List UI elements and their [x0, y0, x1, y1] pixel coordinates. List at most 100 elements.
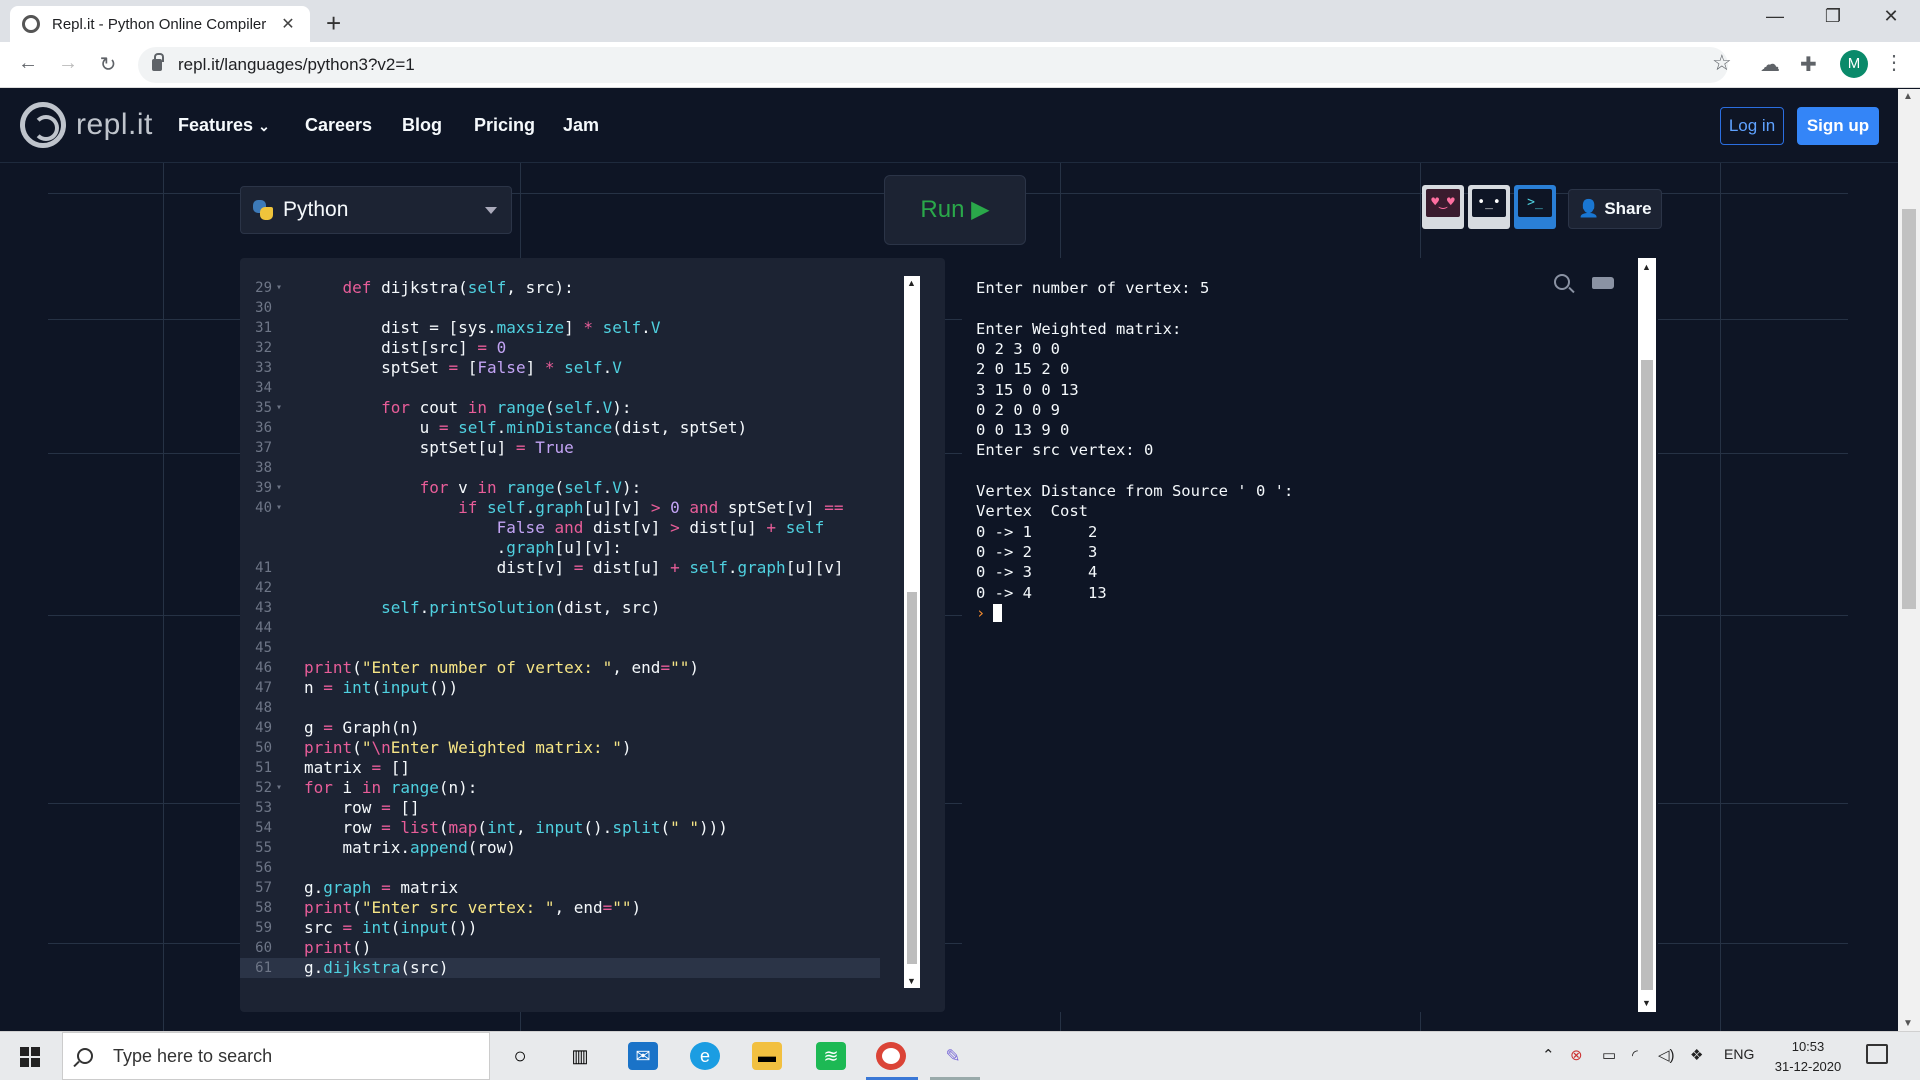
antivirus-icon[interactable]: ⊗ — [1570, 1046, 1583, 1064]
search-icon[interactable] — [1554, 274, 1570, 290]
clock[interactable]: 10:53 31-12-2020 — [1768, 1037, 1848, 1077]
fold-toggle-icon[interactable]: ▾ — [276, 478, 282, 498]
editor-scroll-thumb[interactable] — [907, 592, 917, 964]
console-output[interactable]: Enter number of vertex: 5 Enter Weighted … — [962, 258, 1658, 1012]
scroll-up-arrow-icon[interactable]: ▲ — [1903, 91, 1913, 102]
lock-icon[interactable] — [152, 53, 164, 71]
maximize-button[interactable]: ❐ — [1810, 6, 1856, 27]
console-scrollbar[interactable]: ▲ ▼ — [1638, 258, 1656, 1012]
line-number: 37 — [255, 440, 272, 456]
bookmark-star-icon[interactable]: ☆ — [1712, 50, 1732, 76]
console-prompt[interactable]: › — [976, 603, 1003, 623]
replit-logo[interactable]: repl.it — [20, 102, 153, 148]
close-window-button[interactable]: ✕ — [1868, 6, 1914, 27]
line-number: 46 — [255, 660, 272, 676]
reload-icon[interactable]: ↻ — [94, 52, 122, 77]
file-explorer-icon[interactable]: ▬ — [752, 1042, 782, 1070]
url-field[interactable]: repl.it/languages/python3?v2=1 — [138, 47, 1728, 83]
profile-avatar[interactable]: M — [1840, 50, 1868, 78]
line-number: 33 — [255, 360, 272, 376]
task-view-icon[interactable]: ▥ — [565, 1042, 595, 1070]
code-text: print("Enter src vertex: ", end="") — [304, 898, 642, 917]
chrome-icon[interactable] — [876, 1042, 906, 1070]
avatar-neutral[interactable]: •_• — [1468, 185, 1510, 229]
taskbar-search-input[interactable]: Type here to search — [62, 1032, 490, 1080]
nav-blog[interactable]: Blog — [402, 115, 442, 136]
clear-console-icon[interactable] — [1592, 277, 1614, 289]
line-number: 30 — [255, 300, 272, 316]
browser-menu-icon[interactable]: ⋮ — [1884, 50, 1904, 75]
code-text: n = int(input()) — [304, 678, 459, 697]
nav-pricing[interactable]: Pricing — [474, 115, 535, 136]
console-line: Enter number of vertex: 5 — [976, 279, 1210, 297]
code-line[interactable]: 61 g.dijkstra(src) — [240, 958, 880, 978]
login-button[interactable]: Log in — [1720, 107, 1784, 145]
editor-scrollbar[interactable]: ▲ ▼ — [904, 276, 920, 988]
line-number: 56 — [255, 860, 272, 876]
nav-features[interactable]: Features ⌄ — [178, 115, 270, 136]
line-number: 38 — [255, 460, 272, 476]
line-number: 36 — [255, 420, 272, 436]
avatar-terminal[interactable]: >_ — [1514, 185, 1556, 229]
volume-icon[interactable]: ◁) — [1658, 1046, 1675, 1064]
chevron-down-icon: ⌄ — [258, 118, 270, 134]
nav-jam[interactable]: Jam — [563, 115, 599, 136]
wifi-icon[interactable]: ◜ — [1632, 1046, 1638, 1064]
page-scrollbar[interactable]: ▲ ▼ — [1898, 89, 1920, 1031]
run-button[interactable]: Run ▶ — [884, 175, 1026, 245]
code-editor[interactable]: 29 ▾ def dijkstra(self, src): 30 31 dist = … — [240, 258, 945, 1012]
browser-address-bar: ← → ↻ repl.it/languages/python3?v2=1 ☆ ☁… — [0, 42, 1920, 88]
new-tab-button[interactable]: + — [326, 8, 341, 39]
code-text: self.printSolution(dist, src) — [381, 598, 661, 617]
scroll-down-arrow-icon[interactable]: ▼ — [1642, 998, 1651, 1008]
console-scroll-thumb[interactable] — [1641, 360, 1653, 990]
mail-icon[interactable]: ✉ — [628, 1042, 658, 1070]
language-selector[interactable]: Python — [240, 186, 512, 234]
avatar-heart-eyes[interactable]: ♥‿♥ — [1422, 185, 1464, 229]
browser-tab[interactable]: Repl.it - Python Online Compiler ✕ — [10, 6, 310, 42]
cortana-icon[interactable]: ○ — [505, 1042, 535, 1070]
fold-toggle-icon[interactable]: ▾ — [276, 398, 282, 418]
dropbox-icon[interactable]: ❖ — [1690, 1046, 1703, 1064]
language-label: Python — [283, 198, 349, 221]
windows-start-icon[interactable] — [20, 1047, 40, 1067]
line-number: 39 — [255, 480, 272, 496]
edge-icon[interactable]: e — [690, 1042, 720, 1070]
search-icon — [77, 1048, 93, 1064]
page-scroll-thumb[interactable] — [1902, 209, 1916, 609]
fold-toggle-icon[interactable]: ▾ — [276, 278, 282, 298]
close-tab-icon[interactable]: ✕ — [278, 14, 298, 34]
language-indicator[interactable]: ENG — [1724, 1046, 1754, 1062]
nav-careers[interactable]: Careers — [305, 115, 372, 136]
fold-toggle-icon[interactable]: ▾ — [276, 498, 282, 518]
scroll-up-arrow-icon[interactable]: ▲ — [907, 278, 916, 288]
spotify-icon[interactable]: ≋ — [816, 1042, 846, 1070]
line-number: 44 — [255, 620, 272, 636]
scroll-up-arrow-icon[interactable]: ▲ — [1642, 262, 1651, 272]
notification-icon[interactable] — [1866, 1044, 1888, 1064]
paint-icon[interactable]: ✎ — [938, 1042, 968, 1070]
replit-logo-icon — [20, 102, 66, 148]
line-number: 41 — [255, 560, 272, 576]
extension-cloud-icon[interactable]: ☁ — [1760, 52, 1780, 77]
line-number: 47 — [255, 680, 272, 696]
minimize-button[interactable]: — — [1752, 6, 1798, 27]
fold-toggle-icon[interactable]: ▾ — [276, 778, 282, 798]
show-hidden-icons-icon[interactable]: ⌃ — [1542, 1046, 1555, 1064]
signup-button[interactable]: Sign up — [1797, 107, 1879, 145]
code-text: row = list(map(int, input().split(" "))) — [304, 818, 728, 837]
tab-title: Repl.it - Python Online Compiler — [52, 15, 267, 33]
console-line: 0 -> 1 2 — [976, 522, 1098, 541]
text-cursor — [993, 604, 1003, 623]
code-text: dist = [sys.maxsize] * self.V — [304, 318, 661, 337]
back-arrow-icon[interactable]: ← — [14, 52, 42, 75]
forward-arrow-icon[interactable]: → — [54, 52, 82, 75]
scroll-down-arrow-icon[interactable]: ▼ — [1903, 1018, 1913, 1029]
code-text: u = self.minDistance(dist, sptSet) — [304, 418, 748, 437]
extensions-puzzle-icon[interactable]: ✚ — [1800, 52, 1817, 77]
share-button[interactable]: 👤 Share — [1568, 189, 1662, 229]
line-number: 52 — [255, 780, 272, 796]
battery-icon[interactable]: ▭ — [1602, 1046, 1616, 1064]
scroll-down-arrow-icon[interactable]: ▼ — [907, 976, 916, 986]
code-text: def dijkstra(self, src): — [342, 278, 574, 297]
